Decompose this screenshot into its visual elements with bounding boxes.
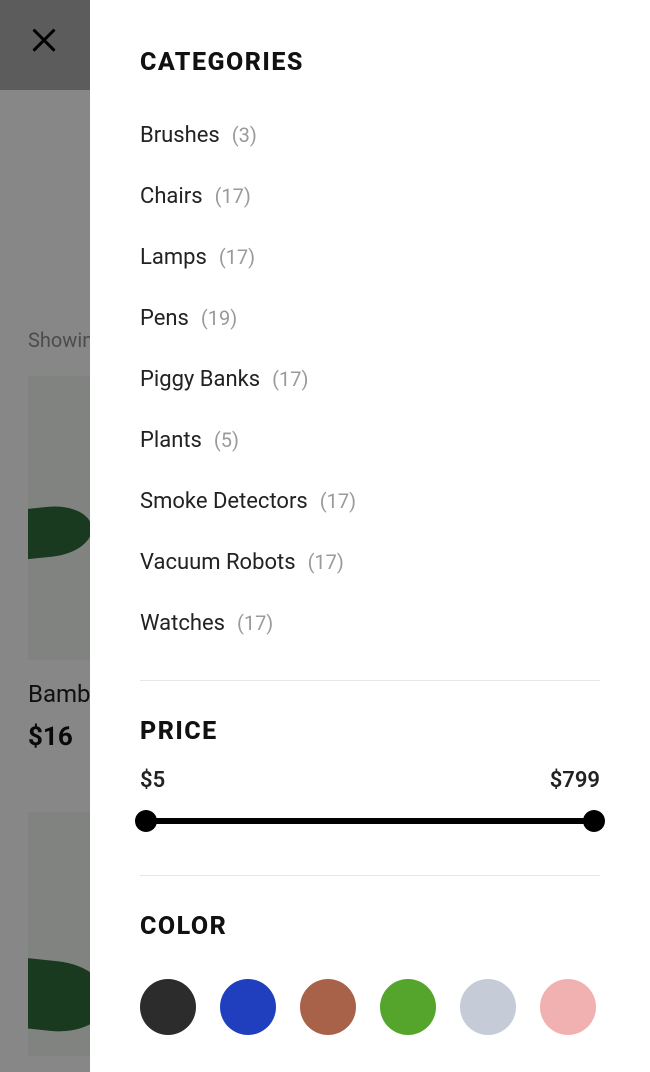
category-name: Watches — [140, 611, 225, 636]
divider — [140, 680, 600, 681]
color-swatch-gray[interactable] — [460, 979, 516, 1035]
category-item[interactable]: Lamps (17) — [140, 245, 600, 270]
category-name: Lamps — [140, 245, 207, 270]
category-item[interactable]: Watches (17) — [140, 611, 600, 636]
category-count: (3) — [232, 123, 257, 147]
price-max-label: $799 — [550, 768, 600, 793]
color-swatch-black[interactable] — [140, 979, 196, 1035]
color-swatch-list — [140, 979, 600, 1035]
category-name: Plants — [140, 428, 202, 453]
divider — [140, 875, 600, 876]
close-button[interactable] — [26, 20, 66, 60]
category-name: Vacuum Robots — [140, 550, 296, 575]
slider-track — [146, 818, 594, 824]
category-count: (17) — [215, 184, 251, 208]
category-name: Chairs — [140, 184, 203, 209]
category-item[interactable]: Smoke Detectors (17) — [140, 489, 600, 514]
color-swatch-brown[interactable] — [300, 979, 356, 1035]
category-item[interactable]: Pens (19) — [140, 306, 600, 331]
category-count: (17) — [237, 611, 273, 635]
color-swatch-pink[interactable] — [540, 979, 596, 1035]
price-heading: PRICE — [140, 717, 600, 746]
category-item[interactable]: Plants (5) — [140, 428, 600, 453]
color-swatch-blue[interactable] — [220, 979, 276, 1035]
filter-drawer: CATEGORIES Brushes (3) Chairs (17) Lamps (17)… — [90, 0, 650, 1072]
category-name: Smoke Detectors — [140, 489, 308, 514]
category-name: Brushes — [140, 123, 220, 148]
category-name: Pens — [140, 306, 189, 331]
price-min-label: $5 — [140, 768, 165, 793]
slider-handle-min[interactable] — [135, 810, 157, 832]
category-name: Piggy Banks — [140, 367, 260, 392]
color-heading: COLOR — [140, 912, 600, 941]
category-count: (17) — [272, 367, 308, 391]
category-item[interactable]: Chairs (17) — [140, 184, 600, 209]
category-count: (17) — [320, 489, 356, 513]
category-item[interactable]: Brushes (3) — [140, 123, 600, 148]
category-count: (17) — [219, 245, 255, 269]
slider-handle-max[interactable] — [583, 810, 605, 832]
close-icon — [26, 41, 62, 60]
price-filter: $5 $799 — [140, 768, 600, 835]
category-item[interactable]: Vacuum Robots (17) — [140, 550, 600, 575]
category-count: (19) — [201, 306, 237, 330]
category-count: (17) — [308, 550, 344, 574]
categories-list: Brushes (3) Chairs (17) Lamps (17) Pens (19) Pig… — [140, 123, 600, 636]
categories-heading: CATEGORIES — [140, 48, 600, 77]
category-count: (5) — [214, 428, 239, 452]
category-item[interactable]: Piggy Banks (17) — [140, 367, 600, 392]
color-swatch-green[interactable] — [380, 979, 436, 1035]
price-slider[interactable] — [140, 807, 600, 835]
